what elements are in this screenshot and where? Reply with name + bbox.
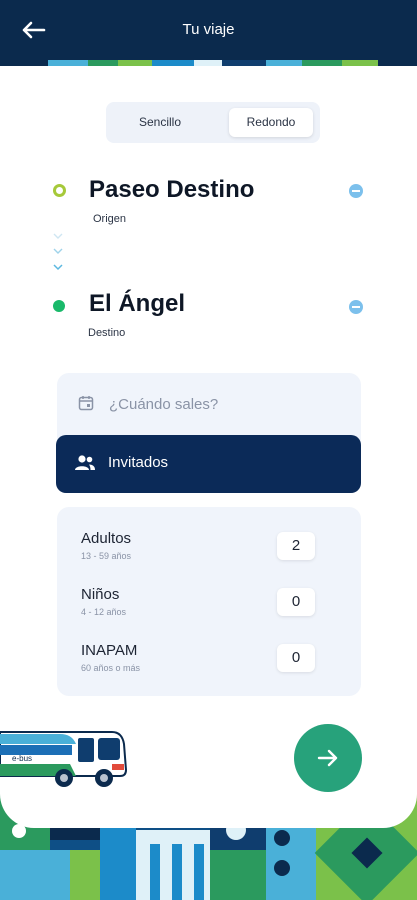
chevron-down-icon xyxy=(53,264,63,271)
trip-form-card: Sencillo Redondo Paseo Destino Origen El… xyxy=(0,66,417,828)
passenger-age-range: 60 años o más xyxy=(81,663,141,673)
people-icon xyxy=(75,455,95,470)
next-button[interactable] xyxy=(294,724,362,792)
origin-label: Origen xyxy=(93,213,127,225)
passenger-counts-panel: Adultos 13 - 59 años 2 Niños 4 - 12 años… xyxy=(57,507,361,696)
origin-name: Paseo Destino xyxy=(89,176,255,203)
destination-label: Destino xyxy=(88,327,126,339)
passenger-age-range: 4 - 12 años xyxy=(81,607,127,617)
arrow-right-icon xyxy=(317,749,338,767)
date-picker-field[interactable]: ¿Cuándo sales? xyxy=(57,373,361,435)
passenger-age-range: 13 - 59 años xyxy=(81,551,132,561)
passenger-label: INAPAM xyxy=(81,642,138,659)
calendar-icon xyxy=(78,396,94,411)
passenger-row-adultos: Adultos 13 - 59 años 2 xyxy=(57,530,361,580)
passenger-label: Adultos xyxy=(81,530,132,547)
destination-stop[interactable]: El Ángel Destino xyxy=(0,290,417,350)
date-placeholder: ¿Cuándo sales? xyxy=(109,396,219,413)
trip-type-option-sencillo[interactable]: Sencillo xyxy=(112,108,208,137)
page-title: Tu viaje xyxy=(182,21,235,38)
bus-brand-text: e-bus xyxy=(12,754,32,763)
passenger-count[interactable]: 2 xyxy=(277,532,315,560)
guests-label: Invitados xyxy=(108,454,169,471)
destination-name: El Ángel xyxy=(89,290,186,317)
passenger-label: Niños xyxy=(81,586,120,603)
app-header: Tu viaje xyxy=(0,0,417,60)
bus-illustration: e-bus xyxy=(0,731,128,787)
chevron-down-icon xyxy=(53,248,63,254)
guests-button[interactable]: Invitados xyxy=(56,435,361,493)
destination-dot-icon xyxy=(53,300,65,312)
origin-stop[interactable]: Paseo Destino Origen xyxy=(0,176,417,236)
minus-circle-icon[interactable] xyxy=(349,300,363,314)
chevron-down-icon xyxy=(53,233,63,239)
minus-circle-icon[interactable] xyxy=(349,184,363,198)
trip-type-toggle: Sencillo Redondo xyxy=(106,102,320,143)
passenger-row-inapam: INAPAM 60 años o más 0 xyxy=(57,642,361,692)
origin-ring-icon xyxy=(53,184,66,197)
trip-type-option-redondo[interactable]: Redondo xyxy=(229,108,313,137)
passenger-count[interactable]: 0 xyxy=(277,588,315,616)
passenger-row-ninos: Niños 4 - 12 años 0 xyxy=(57,586,361,636)
passenger-count[interactable]: 0 xyxy=(277,644,315,672)
